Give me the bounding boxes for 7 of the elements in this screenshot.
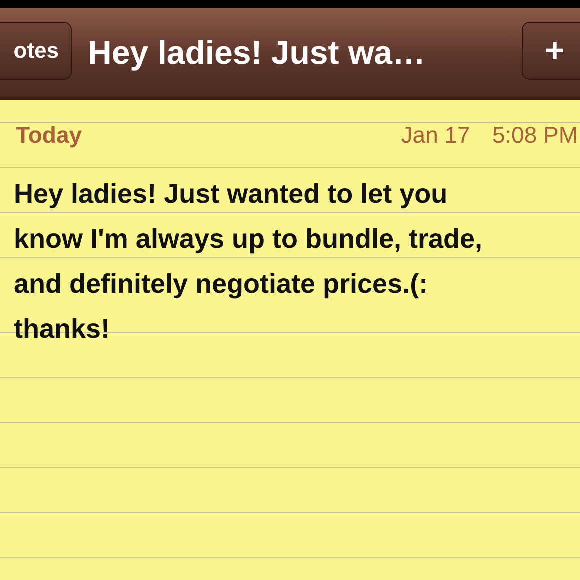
back-button[interactable]: otes (0, 22, 72, 80)
note-day: Today (16, 122, 82, 148)
note-time: 5:08 PM (492, 122, 578, 148)
note-date: Jan 17 (401, 122, 470, 148)
note-title: Hey ladies! Just wa… (88, 34, 426, 72)
add-button[interactable]: + (522, 22, 580, 80)
note-text: Hey ladies! Just wanted to let you know I'm always up to bundle, trade, and definitely negotiate prices.(: thanks! (13, 178, 484, 346)
